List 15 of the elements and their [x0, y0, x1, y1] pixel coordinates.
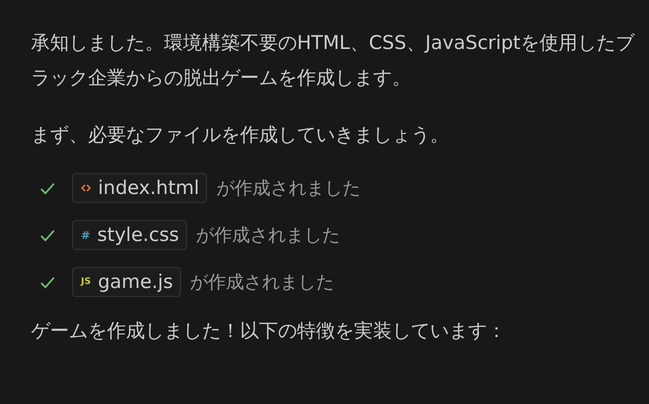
status-text: が作成されました — [216, 177, 360, 200]
paragraph: まず、必要なファイルを作成していきましょう。 — [31, 123, 450, 148]
file-chip[interactable]: index.html — [72, 173, 208, 203]
file-name: game.js — [98, 271, 173, 293]
paragraph: 承知しました。環境構築不要のHTML、CSS、JavaScriptを使用したブラック企業からの脱出ゲームを作成します。 — [31, 31, 636, 91]
file-chip[interactable]: JS game.js — [72, 267, 181, 297]
file-name: style.css — [97, 224, 180, 246]
status-text: が作成されました — [196, 224, 340, 247]
code-icon — [81, 184, 91, 192]
css-icon: # — [81, 228, 90, 242]
status-text: が作成されました — [190, 271, 334, 294]
file-name: index.html — [98, 177, 200, 199]
js-icon: JS — [81, 277, 91, 287]
file-chip[interactable]: # style.css — [72, 220, 188, 250]
paragraph: ゲームを作成しました！以下の特徴を実装しています： — [31, 319, 507, 344]
